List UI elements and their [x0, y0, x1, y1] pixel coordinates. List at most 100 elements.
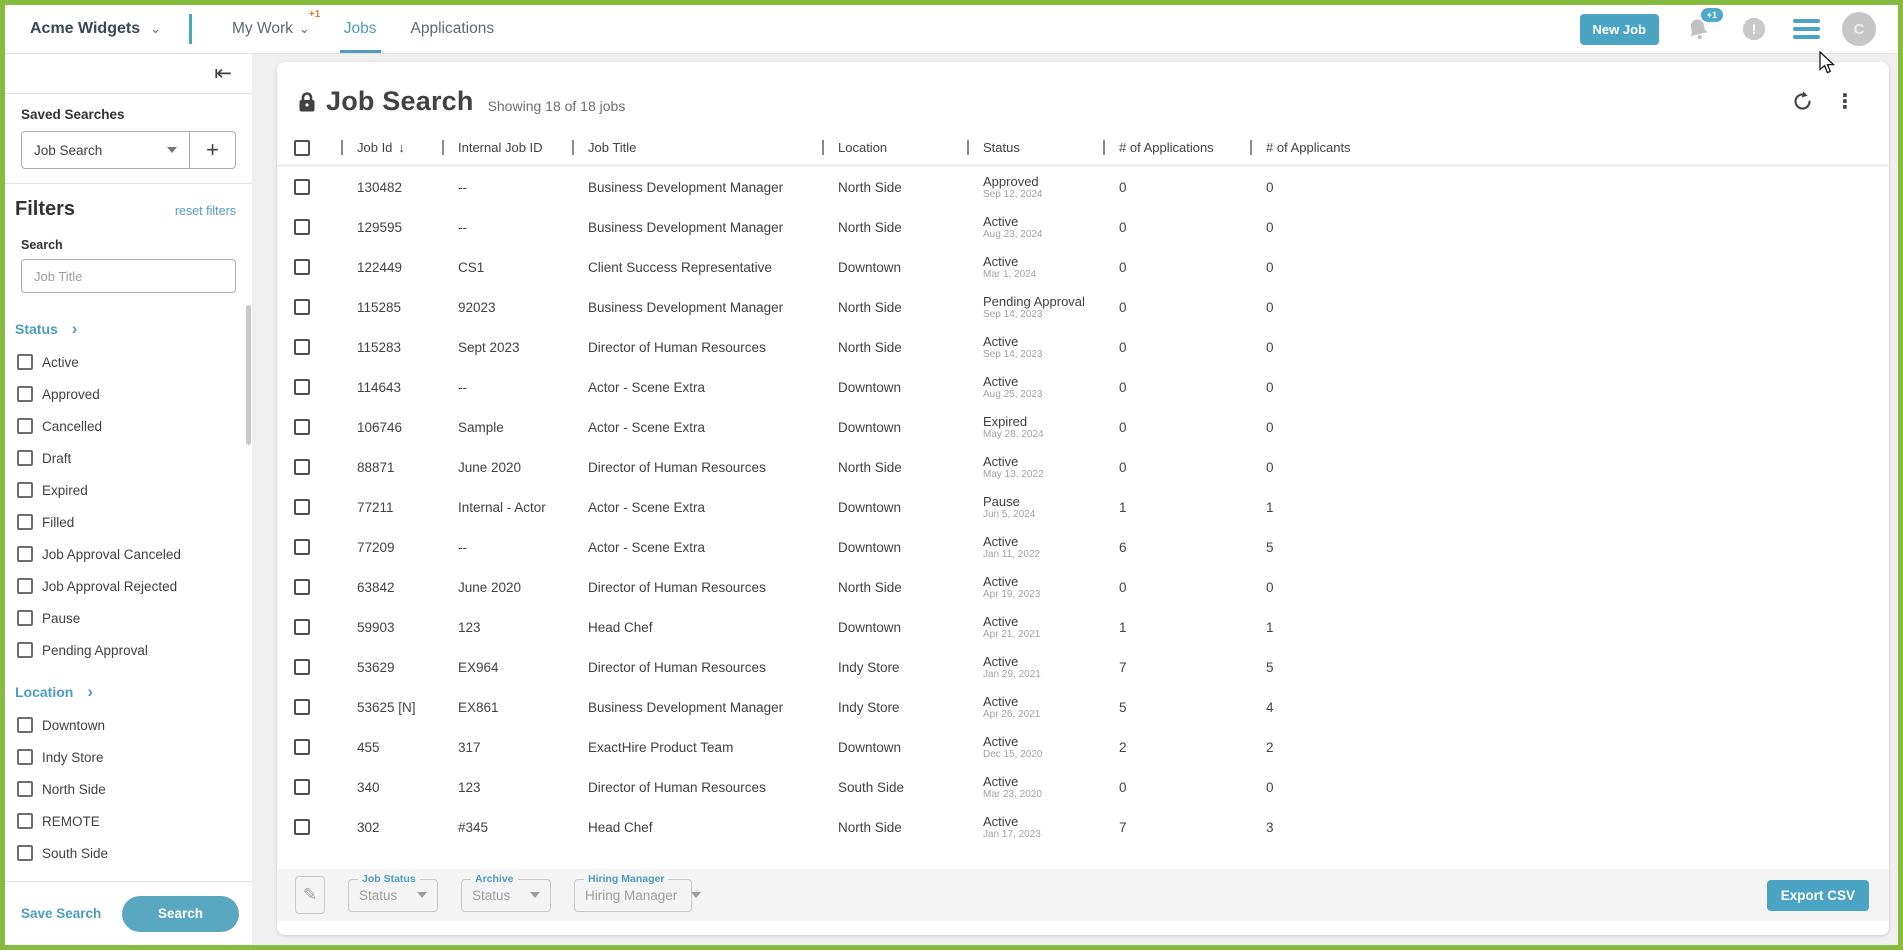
filter-option[interactable]: Downtown — [5, 709, 252, 741]
export-csv-button[interactable]: Export CSV — [1767, 880, 1869, 911]
table-row[interactable]: 77211Internal - ActorActor - Scene Extra… — [277, 487, 1889, 527]
table-row[interactable]: 302#345Head ChefNorth SideActiveJan 17, … — [277, 807, 1889, 847]
job-status-select[interactable]: Job Status Status — [348, 879, 438, 912]
row-checkbox[interactable] — [294, 819, 310, 835]
filter-option[interactable]: Indy Store — [5, 741, 252, 773]
filter-checkbox[interactable] — [17, 354, 33, 370]
table-row[interactable]: 88871June 2020Director of Human Resource… — [277, 447, 1889, 487]
table-row[interactable]: 340123Director of Human ResourcesSouth S… — [277, 767, 1889, 807]
tab-applications[interactable]: Applications — [411, 5, 495, 53]
menu-hamburger-button[interactable] — [1793, 19, 1820, 39]
filter-option[interactable]: Pause — [5, 602, 252, 634]
column-header[interactable]: Status — [967, 131, 1103, 164]
filter-checkbox[interactable] — [17, 845, 33, 861]
user-avatar[interactable]: C — [1842, 12, 1876, 46]
filter-checkbox[interactable] — [17, 450, 33, 466]
table-row[interactable]: 455317ExactHire Product TeamDowntownActi… — [277, 727, 1889, 767]
table-row[interactable]: 53629EX964Director of Human ResourcesInd… — [277, 647, 1889, 687]
filter-checkbox[interactable] — [17, 418, 33, 434]
refresh-icon[interactable] — [1792, 91, 1813, 112]
column-header[interactable]: Location — [822, 131, 967, 164]
filter-option[interactable]: Draft — [5, 442, 252, 474]
row-checkbox[interactable] — [294, 739, 310, 755]
row-checkbox[interactable] — [294, 259, 310, 275]
filter-option[interactable]: Cancelled — [5, 410, 252, 442]
table-row[interactable]: 63842June 2020Director of Human Resource… — [277, 567, 1889, 607]
row-checkbox[interactable] — [294, 579, 310, 595]
select-all-checkbox[interactable] — [294, 140, 310, 156]
row-checkbox[interactable] — [294, 219, 310, 235]
filter-option[interactable]: Pending Approval — [5, 634, 252, 666]
row-checkbox[interactable] — [294, 459, 310, 475]
table-row[interactable]: 114643--Actor - Scene ExtraDowntownActiv… — [277, 367, 1889, 407]
saved-search-select[interactable]: Job Search — [22, 132, 189, 168]
add-saved-search-button[interactable]: + — [189, 132, 235, 168]
row-checkbox[interactable] — [294, 179, 310, 195]
status-section-toggle[interactable]: Status › — [5, 321, 252, 337]
filter-checkbox[interactable] — [17, 610, 33, 626]
row-checkbox[interactable] — [294, 419, 310, 435]
tab-jobs[interactable]: Jobs — [344, 5, 377, 53]
row-checkbox[interactable] — [294, 619, 310, 635]
tab-my-work[interactable]: My Work ⌄ +1 — [232, 5, 310, 53]
filter-option[interactable]: Filled — [5, 506, 252, 538]
filter-option[interactable]: South Side — [5, 837, 252, 869]
job-title-search-input[interactable] — [21, 259, 236, 293]
column-header[interactable]: Internal Job ID — [442, 131, 572, 164]
row-checkbox[interactable] — [294, 779, 310, 795]
kebab-menu-icon[interactable]: ⋮ — [1835, 92, 1855, 112]
column-header[interactable]: # of Applicants — [1250, 131, 1889, 164]
save-search-link[interactable]: Save Search — [21, 906, 101, 921]
notifications-bell-button[interactable]: +1 — [1681, 12, 1715, 46]
filter-checkbox[interactable] — [17, 813, 33, 829]
column-header[interactable]: # of Applications — [1103, 131, 1250, 164]
filter-option[interactable]: Job Approval Rejected — [5, 570, 252, 602]
filter-option[interactable]: Expired — [5, 474, 252, 506]
row-checkbox[interactable] — [294, 699, 310, 715]
table-row[interactable]: 53625 [N]EX861Business Development Manag… — [277, 687, 1889, 727]
filter-checkbox[interactable] — [17, 482, 33, 498]
cell-job-title: Director of Human Resources — [572, 660, 822, 675]
location-section-toggle[interactable]: Location › — [5, 684, 252, 700]
table-row[interactable]: 115283Sept 2023Director of Human Resourc… — [277, 327, 1889, 367]
table-row[interactable]: 130482--Business Development ManagerNort… — [277, 167, 1889, 207]
filter-option[interactable]: Job Approval Canceled — [5, 538, 252, 570]
edit-button[interactable]: ✎ — [295, 876, 325, 914]
table-row[interactable]: 59903123Head ChefDowntownActiveApr 21, 2… — [277, 607, 1889, 647]
company-selector[interactable]: Acme Widgets ⌄ — [30, 20, 161, 38]
sidebar-scrollbar[interactable] — [246, 305, 251, 445]
table-row[interactable]: 122449CS1Client Success RepresentativeDo… — [277, 247, 1889, 287]
filter-checkbox[interactable] — [17, 578, 33, 594]
filter-checkbox[interactable] — [17, 546, 33, 562]
filter-option[interactable]: REMOTE — [5, 805, 252, 837]
bell-badge: +1 — [1701, 8, 1723, 22]
reset-filters-link[interactable]: reset filters — [175, 204, 236, 218]
filter-checkbox[interactable] — [17, 386, 33, 402]
table-row[interactable]: 11528592023Business Development ManagerN… — [277, 287, 1889, 327]
hiring-manager-select[interactable]: Hiring Manager Hiring Manager — [574, 879, 692, 912]
row-checkbox[interactable] — [294, 659, 310, 675]
row-checkbox[interactable] — [294, 339, 310, 355]
collapse-sidebar-icon[interactable]: ⇤ — [214, 63, 232, 84]
table-row[interactable]: 77209--Actor - Scene ExtraDowntownActive… — [277, 527, 1889, 567]
alerts-seal-button[interactable]: ! — [1737, 12, 1771, 46]
new-job-button[interactable]: New Job — [1580, 14, 1659, 45]
column-header[interactable]: Job Id↓ — [341, 131, 442, 164]
filter-checkbox[interactable] — [17, 749, 33, 765]
row-checkbox[interactable] — [294, 539, 310, 555]
table-row[interactable]: 106746SampleActor - Scene ExtraDowntownE… — [277, 407, 1889, 447]
row-checkbox[interactable] — [294, 299, 310, 315]
filter-checkbox[interactable] — [17, 717, 33, 733]
archive-select[interactable]: Archive Status — [461, 879, 551, 912]
row-checkbox[interactable] — [294, 379, 310, 395]
filter-option[interactable]: North Side — [5, 773, 252, 805]
column-header[interactable]: Job Title — [572, 131, 822, 164]
table-row[interactable]: 129595--Business Development ManagerNort… — [277, 207, 1889, 247]
filter-option[interactable]: Active — [5, 346, 252, 378]
search-button[interactable]: Search — [122, 896, 239, 932]
filter-checkbox[interactable] — [17, 781, 33, 797]
filter-checkbox[interactable] — [17, 642, 33, 658]
filter-checkbox[interactable] — [17, 514, 33, 530]
filter-option[interactable]: Approved — [5, 378, 252, 410]
row-checkbox[interactable] — [294, 499, 310, 515]
